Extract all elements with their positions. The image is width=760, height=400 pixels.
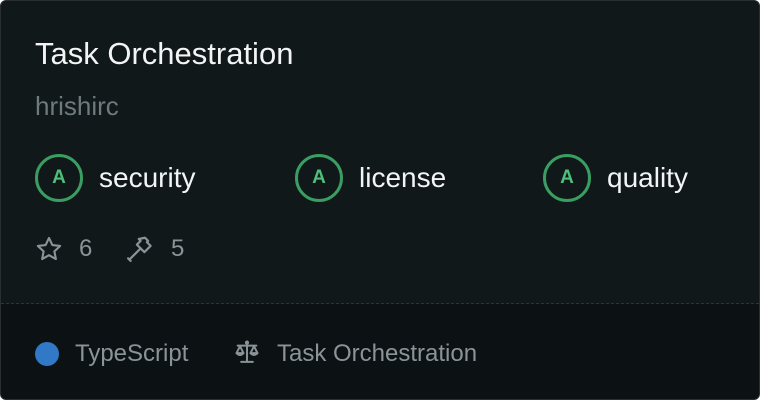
license-info[interactable]: Task Orchestration xyxy=(233,339,477,369)
forks-count: 5 xyxy=(171,235,185,262)
stars-stat[interactable]: 6 xyxy=(35,233,92,265)
hammer-icon xyxy=(125,234,155,264)
scale-icon xyxy=(233,338,261,371)
star-icon xyxy=(35,235,63,263)
forks-stat[interactable]: 5 xyxy=(125,233,184,265)
language-color-dot xyxy=(35,342,59,366)
card-main: Task Orchestration hrishirc A security A… xyxy=(1,1,759,303)
badge-license[interactable]: A license xyxy=(295,154,446,202)
card-footer: TypeScript Task Orchestration xyxy=(1,304,759,399)
grade-circle: A xyxy=(543,154,591,202)
repo-card[interactable]: Task Orchestration hrishirc A security A… xyxy=(0,0,760,400)
badge-quality[interactable]: A quality xyxy=(543,154,688,202)
badge-security[interactable]: A security xyxy=(35,154,195,202)
language-info: TypeScript xyxy=(35,339,188,369)
stars-count: 6 xyxy=(79,235,93,262)
card-title[interactable]: Task Orchestration xyxy=(35,35,293,73)
license-label: Task Orchestration xyxy=(277,340,478,367)
grade-circle: A xyxy=(35,154,83,202)
badge-label: license xyxy=(359,162,447,193)
grade-circle: A xyxy=(295,154,343,202)
card-author[interactable]: hrishirc xyxy=(35,90,119,122)
badge-label: security xyxy=(99,162,196,193)
language-label: TypeScript xyxy=(75,340,189,367)
badge-label: quality xyxy=(607,162,688,193)
